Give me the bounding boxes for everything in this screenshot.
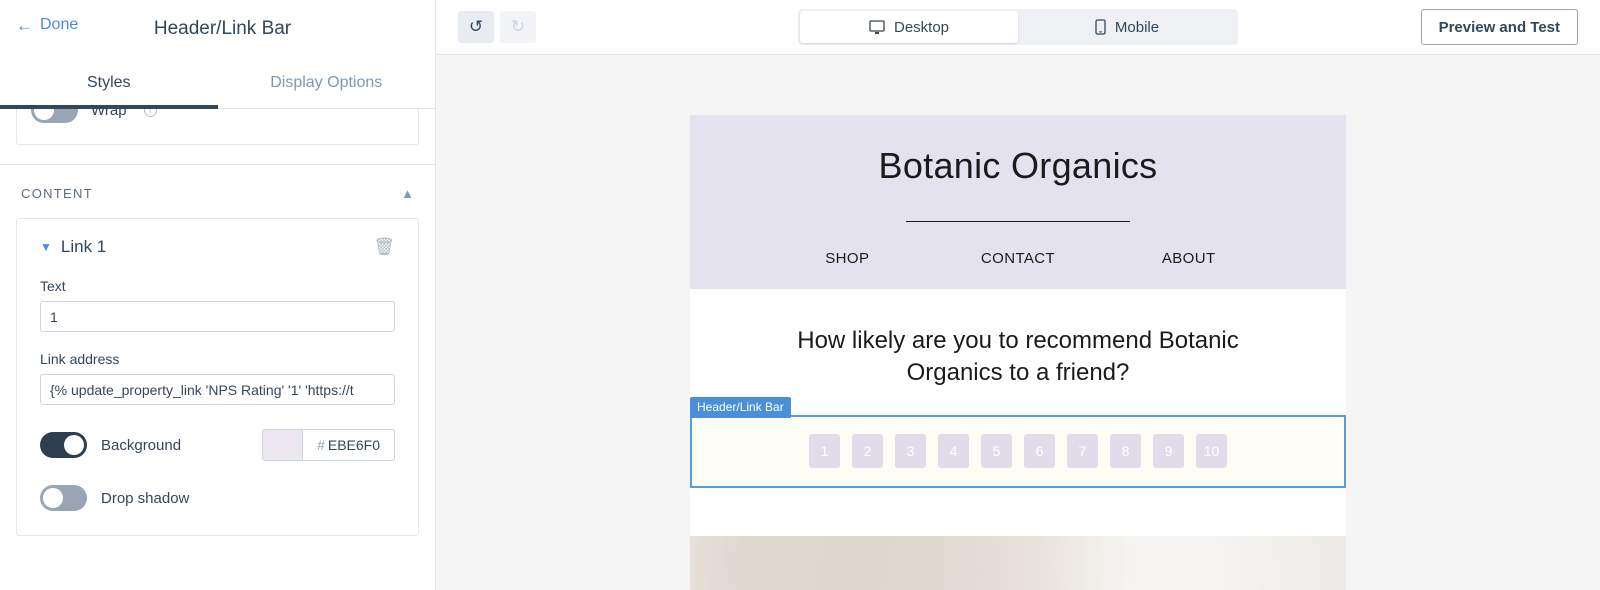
link-1-card: ▼ Link 1 🗑 Text Link address xyxy=(16,218,419,536)
wrap-setting-row: Wrap i xyxy=(16,109,419,145)
nps-rating-row: 1 2 3 4 5 6 7 8 9 10 xyxy=(692,417,1344,486)
sidebar-tabs: Styles Display Options xyxy=(0,57,435,109)
background-color-picker[interactable]: # EBE6F0 xyxy=(262,429,395,461)
back-arrow-icon: ← xyxy=(16,15,33,35)
brand-title: Botanic Organics xyxy=(878,145,1158,186)
email-body: Botanic Organics SHOP CONTACT ABOUT How … xyxy=(690,115,1346,590)
monitor-icon xyxy=(869,19,885,35)
background-label: Background xyxy=(101,436,182,454)
drop-shadow-control: Drop shadow xyxy=(40,485,189,511)
nav-link-contact[interactable]: CONTACT xyxy=(933,250,1104,267)
rating-button-1[interactable]: 1 xyxy=(809,433,840,468)
content-section-title: CONTENT xyxy=(21,186,93,201)
drop-shadow-label: Drop shadow xyxy=(101,489,190,507)
email-spacer xyxy=(690,491,1346,536)
rating-button-8[interactable]: 8 xyxy=(1110,433,1141,468)
text-field-label: Text xyxy=(40,278,66,294)
device-switcher: Desktop Mobile xyxy=(798,9,1238,45)
device-tab-mobile[interactable]: Mobile xyxy=(1018,11,1236,43)
rating-button-3[interactable]: 3 xyxy=(895,433,926,468)
rating-button-7[interactable]: 7 xyxy=(1067,433,1098,468)
redo-button[interactable]: ↻ xyxy=(500,11,536,43)
link-1-label: Link 1 xyxy=(60,237,107,256)
done-label: Done xyxy=(40,16,79,33)
header-nav: SHOP CONTACT ABOUT xyxy=(690,250,1346,267)
text-field-group: Text xyxy=(40,278,395,332)
rating-button-6[interactable]: 6 xyxy=(1024,433,1055,468)
color-hex-value: EBE6F0 xyxy=(327,437,380,453)
editor-toolbar: ↺ ↻ Desktop Mobile Preview and Test xyxy=(436,0,1600,55)
background-row: Background # EBE6F0 xyxy=(40,429,395,461)
link-1-toggle[interactable]: ▼ Link 1 xyxy=(40,237,106,257)
rating-button-5[interactable]: 5 xyxy=(981,433,1012,468)
question-text[interactable]: How likely are you to recommend Botanic … xyxy=(690,289,1346,415)
undo-button[interactable]: ↺ xyxy=(458,11,494,43)
phone-icon xyxy=(1095,19,1106,35)
tab-display-options[interactable]: Display Options xyxy=(218,57,436,108)
wrap-label: Wrap xyxy=(91,109,127,119)
wrap-control: Wrap i xyxy=(31,109,157,123)
link-address-group: Link address xyxy=(40,351,395,405)
delete-link-icon[interactable]: 🗑 xyxy=(373,237,395,257)
link-card-header: ▼ Link 1 🗑 xyxy=(40,237,395,257)
chevron-up-icon[interactable]: ▲ xyxy=(401,187,414,200)
tab-styles[interactable]: Styles xyxy=(0,57,218,109)
email-editor-app: ← Done Header/Link Bar Styles Display Op… xyxy=(0,0,1600,590)
toggle-knob xyxy=(64,435,84,455)
rating-block-wrapper: Header/Link Bar 1 2 3 4 5 6 7 8 9 10 xyxy=(690,396,1346,492)
device-tab-desktop[interactable]: Desktop xyxy=(800,11,1018,43)
sidebar-header: ← Done Header/Link Bar xyxy=(0,0,435,57)
color-swatch[interactable] xyxy=(263,430,304,460)
chevron-down-icon: ▼ xyxy=(40,240,52,254)
info-icon[interactable]: i xyxy=(143,109,157,117)
email-header-block[interactable]: Botanic Organics SHOP CONTACT ABOUT xyxy=(690,115,1346,289)
rating-button-2[interactable]: 2 xyxy=(852,433,883,468)
link-address-input[interactable] xyxy=(40,374,395,405)
header-divider xyxy=(906,221,1130,222)
nav-link-shop[interactable]: SHOP xyxy=(762,250,933,267)
selected-block-outline[interactable]: Header/Link Bar 1 2 3 4 5 6 7 8 9 10 xyxy=(690,396,1346,488)
undo-redo-group: ↺ ↻ xyxy=(458,11,536,43)
rating-button-9[interactable]: 9 xyxy=(1153,433,1184,468)
sidebar-scroll-area[interactable]: Wrap i CONTENT ▲ ▼ Link 1 🗑 Text 1 Link … xyxy=(0,109,435,590)
wrap-toggle[interactable] xyxy=(31,109,78,123)
selection-badge: Header/Link Bar xyxy=(690,396,791,418)
background-control: Background xyxy=(40,432,181,458)
text-input[interactable] xyxy=(40,301,395,332)
content-section-header[interactable]: CONTENT ▲ xyxy=(0,165,435,218)
toggle-knob xyxy=(43,488,63,508)
toggle-knob xyxy=(34,109,54,120)
nav-link-about[interactable]: ABOUT xyxy=(1103,250,1274,267)
drop-shadow-row: Drop shadow xyxy=(40,485,395,511)
background-toggle[interactable] xyxy=(40,432,87,458)
hash-prefix: # xyxy=(317,437,325,453)
link-address-label: Link address xyxy=(40,351,120,367)
drop-shadow-toggle[interactable] xyxy=(40,485,87,511)
done-button[interactable]: ← Done xyxy=(16,16,78,34)
preview-and-test-button[interactable]: Preview and Test xyxy=(1420,9,1578,45)
settings-sidebar: ← Done Header/Link Bar Styles Display Op… xyxy=(0,0,436,590)
rating-button-4[interactable]: 4 xyxy=(938,433,969,468)
rating-button-10[interactable]: 10 xyxy=(1196,433,1227,468)
email-photo-block[interactable] xyxy=(690,535,1346,590)
preview-canvas[interactable]: ⧉ ★ 🗑 Botanic Organics SHOP CONTACT ABOU… xyxy=(436,55,1600,590)
device-tab-mobile-label: Mobile xyxy=(1114,18,1160,36)
device-tab-desktop-label: Desktop xyxy=(893,18,950,36)
editor-main: ↺ ↻ Desktop Mobile Preview and Test Bota… xyxy=(436,0,1600,590)
color-value-field[interactable]: # EBE6F0 xyxy=(303,430,394,460)
